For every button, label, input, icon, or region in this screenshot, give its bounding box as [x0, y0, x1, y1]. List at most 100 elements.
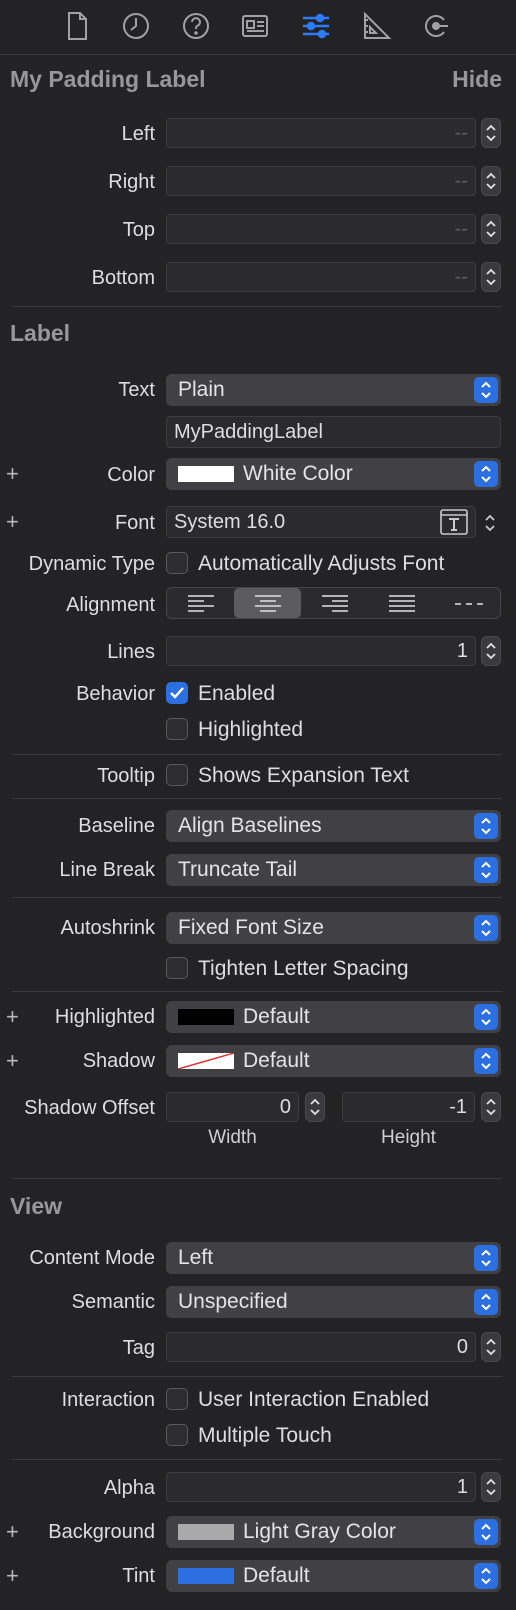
- content-mode-label: Content Mode: [29, 1247, 155, 1269]
- top-label: Top: [122, 219, 155, 241]
- tooltip-checkbox[interactable]: [166, 764, 188, 786]
- right-stepper[interactable]: [481, 166, 501, 196]
- multiple-touch-checkbox[interactable]: [166, 1424, 188, 1446]
- add-tint-variation-button[interactable]: +: [6, 1565, 19, 1587]
- shadow-offset-label: Shadow Offset: [24, 1097, 155, 1119]
- left-stepper[interactable]: [481, 118, 501, 148]
- highlighted-color-popup[interactable]: Default: [166, 1001, 501, 1033]
- autoshrink-popup[interactable]: Fixed Font Size: [166, 912, 501, 944]
- add-color-variation-button[interactable]: +: [6, 463, 19, 485]
- autoshrink-value: Fixed Font Size: [178, 916, 324, 939]
- lines-label: Lines: [107, 641, 155, 663]
- autoshrink-label: Autoshrink: [60, 917, 156, 939]
- alpha-stepper[interactable]: [481, 1472, 501, 1502]
- identity-card-icon[interactable]: [237, 8, 273, 44]
- lines-field[interactable]: 1: [166, 636, 476, 666]
- left-label: Left: [121, 123, 155, 145]
- help-icon[interactable]: [178, 8, 214, 44]
- tint-color-swatch: [178, 1568, 234, 1584]
- text-content-field[interactable]: MyPaddingLabel: [166, 416, 501, 448]
- background-color-popup[interactable]: Light Gray Color: [166, 1516, 501, 1548]
- lines-stepper[interactable]: [481, 636, 501, 666]
- inspector-toolbar: [0, 0, 516, 55]
- text-type-value: Plain: [178, 378, 225, 401]
- top-stepper[interactable]: [481, 214, 501, 244]
- semantic-value: Unspecified: [178, 1290, 288, 1313]
- chevron-up-down-icon: [474, 1048, 498, 1074]
- divider: [12, 1376, 502, 1377]
- content-mode-value: Left: [178, 1246, 214, 1269]
- sliders-icon[interactable]: [298, 8, 334, 44]
- tag-stepper[interactable]: [481, 1332, 501, 1362]
- background-label: Background: [48, 1521, 155, 1543]
- shadow-width-stepper[interactable]: [305, 1092, 325, 1122]
- user-interaction-checkbox[interactable]: [166, 1388, 188, 1410]
- align-left-icon[interactable]: [167, 588, 234, 618]
- tighten-checkbox[interactable]: [166, 957, 188, 979]
- arrow-circle-icon[interactable]: [418, 8, 454, 44]
- dynamic-type-label: Dynamic Type: [28, 553, 155, 575]
- align-right-icon[interactable]: [301, 588, 368, 618]
- semantic-popup[interactable]: Unspecified: [166, 1286, 501, 1318]
- chevron-up-down-icon: [474, 1519, 498, 1545]
- left-field[interactable]: --: [166, 118, 476, 148]
- text-type-popup[interactable]: Plain: [166, 374, 501, 406]
- color-value: White Color: [243, 462, 353, 485]
- enabled-checkbox[interactable]: [166, 682, 188, 704]
- section-title-padding: My Padding Label: [10, 66, 206, 92]
- color-popup[interactable]: White Color: [166, 458, 501, 490]
- divider: [12, 798, 502, 799]
- tag-field[interactable]: 0: [166, 1332, 476, 1362]
- top-field[interactable]: --: [166, 214, 476, 244]
- chevron-up-down-icon: [474, 1245, 498, 1271]
- line-break-popup[interactable]: Truncate Tail: [166, 854, 501, 886]
- divider: [12, 754, 502, 755]
- align-justified-icon[interactable]: [368, 588, 435, 618]
- dynamic-type-checkbox[interactable]: [166, 552, 188, 574]
- chevron-up-down-icon: [474, 1563, 498, 1589]
- tooltip-option: Shows Expansion Text: [198, 764, 409, 787]
- chevron-up-down-icon: [474, 1004, 498, 1030]
- bottom-label: Bottom: [91, 267, 155, 289]
- shadow-color-popup[interactable]: Default: [166, 1045, 501, 1077]
- align-natural-icon[interactable]: [435, 588, 502, 618]
- shadow-height-stepper[interactable]: [481, 1092, 501, 1122]
- font-label: Font: [114, 512, 155, 534]
- alpha-label: Alpha: [103, 1477, 155, 1499]
- baseline-label: Baseline: [78, 815, 155, 837]
- font-size-stepper[interactable]: [482, 510, 498, 536]
- height-caption: Height: [381, 1127, 436, 1148]
- enabled-option: Enabled: [198, 682, 276, 705]
- content-mode-popup[interactable]: Left: [166, 1242, 501, 1274]
- tint-color-popup[interactable]: Default: [166, 1560, 501, 1592]
- tint-label: Tint: [122, 1565, 155, 1587]
- add-background-variation-button[interactable]: +: [6, 1521, 19, 1543]
- font-field[interactable]: System 16.0: [166, 506, 476, 538]
- user-interaction-option: User Interaction Enabled: [198, 1388, 430, 1411]
- add-shadow-variation-button[interactable]: +: [6, 1050, 19, 1072]
- divider: [12, 897, 502, 898]
- hide-button[interactable]: Hide: [452, 66, 502, 93]
- file-icon[interactable]: [59, 8, 95, 44]
- chevron-up-down-icon: [474, 377, 498, 403]
- alignment-control[interactable]: [166, 587, 501, 619]
- color-label: Color: [107, 464, 155, 486]
- line-break-value: Truncate Tail: [178, 858, 298, 881]
- alpha-field[interactable]: 1: [166, 1472, 476, 1502]
- right-field[interactable]: --: [166, 166, 476, 196]
- highlighted-checkbox[interactable]: [166, 718, 188, 740]
- align-center-icon[interactable]: [234, 588, 301, 618]
- shadow-height-field[interactable]: -1: [342, 1092, 475, 1122]
- shadow-width-field[interactable]: 0: [166, 1092, 299, 1122]
- add-highlighted-variation-button[interactable]: +: [6, 1006, 19, 1028]
- chevron-up-down-icon: [474, 857, 498, 883]
- baseline-popup[interactable]: Align Baselines: [166, 810, 501, 842]
- divider: [12, 1178, 502, 1179]
- font-picker-icon[interactable]: [440, 509, 468, 535]
- add-font-variation-button[interactable]: +: [6, 511, 19, 533]
- ruler-icon[interactable]: [357, 8, 393, 44]
- clock-icon[interactable]: [118, 8, 154, 44]
- bottom-field[interactable]: --: [166, 262, 476, 292]
- bottom-stepper[interactable]: [481, 262, 501, 292]
- tooltip-label: Tooltip: [97, 765, 155, 787]
